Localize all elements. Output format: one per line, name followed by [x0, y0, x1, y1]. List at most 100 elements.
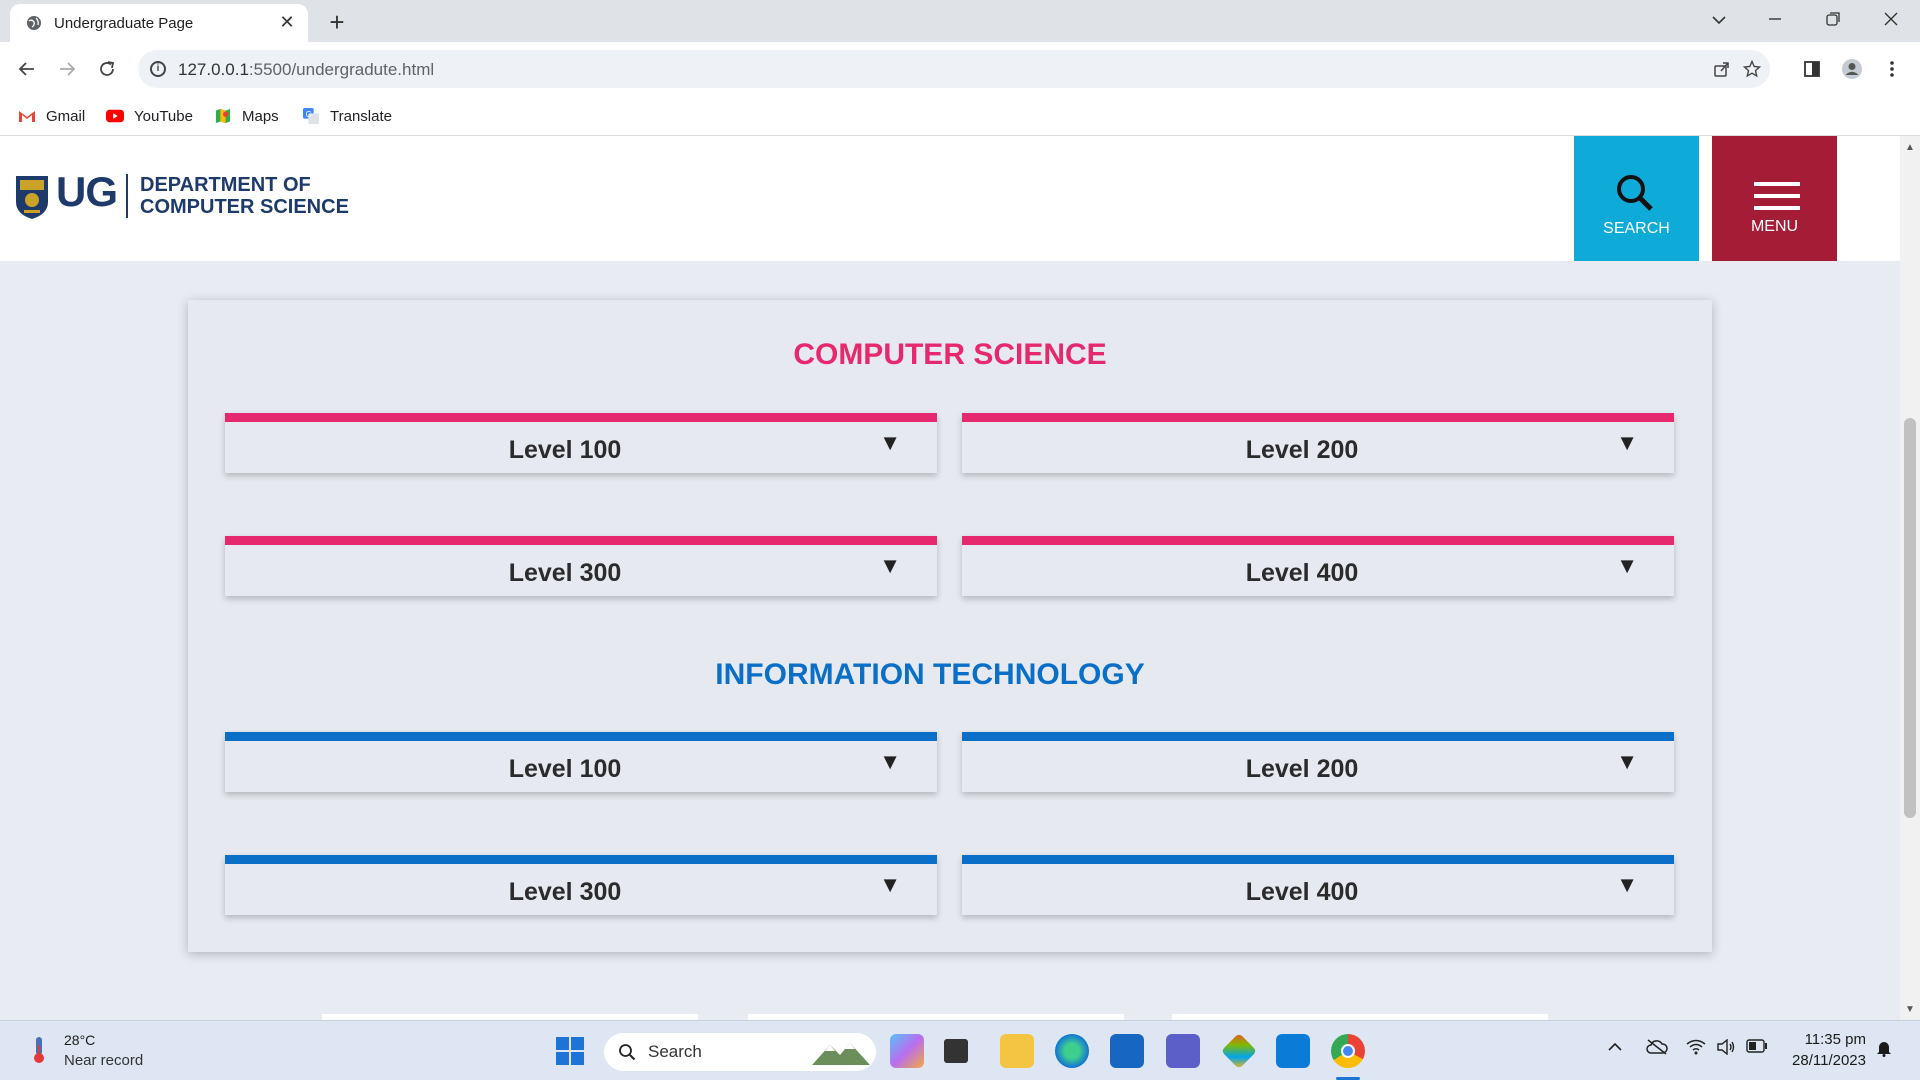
weather-note[interactable]: Near record	[64, 1052, 143, 1069]
scroll-up-icon[interactable]: ▲	[1904, 142, 1916, 153]
site-header: UG DEPARTMENT OF COMPUTER SCIENCE SEARCH…	[0, 136, 1900, 261]
dropdown-arrow-icon: ▼	[1616, 430, 1638, 455]
clock-date[interactable]: 28/11/2023	[1770, 1052, 1866, 1069]
dropdown-arrow-icon: ▼	[1616, 553, 1638, 578]
page-scrollbar[interactable]: ▲ ▼	[1900, 136, 1920, 1020]
browser-tab-active[interactable]: Undergraduate Page ✕	[10, 4, 308, 42]
bookmark-maps[interactable]: Maps	[214, 106, 279, 126]
it-level-300-dropdown[interactable]: Level 300 ▼	[225, 855, 937, 915]
bookmark-youtube[interactable]: YouTube	[106, 106, 193, 126]
dropdown-label: Level 200	[1245, 755, 1359, 783]
bookmarks-bar: Gmail YouTube Maps G Translate	[0, 96, 1920, 136]
taskbar-search-label: Search	[648, 1042, 702, 1061]
dropdown-arrow-icon: ▼	[879, 553, 901, 578]
weather-temperature[interactable]: 28°C	[64, 1032, 95, 1048]
address-url: 127.0.0.1:5500/undergradute.html	[178, 60, 435, 79]
cs-level-100-dropdown[interactable]: Level 100 ▼	[225, 413, 937, 473]
translate-icon: G	[303, 108, 319, 124]
new-tab-button[interactable]: +	[322, 7, 352, 37]
department-name: DEPARTMENT OF COMPUTER SCIENCE	[140, 174, 349, 218]
dropdown-label: Level 400	[1245, 559, 1359, 587]
tab-search-chevron-icon[interactable]	[1696, 0, 1742, 38]
dropdown-label: Level 300	[508, 878, 622, 906]
battery-icon[interactable]	[1746, 1039, 1768, 1058]
onedrive-offline-icon[interactable]	[1646, 1039, 1668, 1060]
dropdown-label: Level 100	[508, 436, 622, 464]
address-bar[interactable]: i 127.0.0.1:5500/undergradute.html	[138, 50, 1770, 88]
it-level-100-dropdown[interactable]: Level 100 ▼	[225, 732, 937, 792]
profile-avatar-icon[interactable]	[1838, 55, 1866, 83]
window-close-icon[interactable]	[1868, 0, 1914, 38]
file-explorer-dark-icon[interactable]	[944, 1039, 968, 1063]
dropdown-arrow-icon: ▼	[879, 749, 901, 774]
logo-abbreviation: UG	[56, 168, 118, 215]
share-icon[interactable]	[1708, 55, 1736, 83]
programs-card: COMPUTER SCIENCE Level 100 ▼ Level 200 ▼…	[188, 300, 1712, 952]
globe-icon	[27, 16, 41, 30]
ug-crest-icon	[16, 176, 48, 219]
taskbar-search-box[interactable]: Search	[604, 1033, 876, 1071]
folder-icon[interactable]	[1000, 1034, 1034, 1068]
site-info-icon[interactable]: i	[150, 61, 166, 77]
wifi-icon[interactable]	[1686, 1039, 1706, 1060]
back-arrow-icon[interactable]	[12, 54, 42, 84]
volume-icon[interactable]	[1716, 1038, 1736, 1060]
dropdown-label: Level 200	[1245, 436, 1359, 464]
it-level-200-dropdown[interactable]: Level 200 ▼	[962, 732, 1674, 792]
copilot-preview-icon[interactable]	[890, 1034, 924, 1068]
header-menu-button[interactable]: MENU	[1712, 136, 1837, 261]
chevron-up-icon[interactable]	[1608, 1039, 1622, 1057]
section-title-information-technology: INFORMATION TECHNOLOGY	[715, 658, 1145, 691]
notification-bell-icon[interactable]	[1876, 1039, 1892, 1062]
dropdown-label: Level 300	[508, 559, 622, 587]
dropdown-arrow-icon: ▼	[879, 872, 901, 897]
it-level-400-dropdown[interactable]: Level 400 ▼	[962, 855, 1674, 915]
vscode-icon[interactable]	[1276, 1034, 1310, 1068]
cs-level-400-dropdown[interactable]: Level 400 ▼	[962, 536, 1674, 596]
windows-start-icon[interactable]	[556, 1037, 584, 1065]
logo-divider	[126, 174, 128, 218]
chrome-icon[interactable]	[1331, 1034, 1365, 1068]
dropdown-arrow-icon: ▼	[879, 430, 901, 455]
bookmark-translate[interactable]: G Translate	[302, 106, 392, 126]
minimize-icon[interactable]	[1752, 0, 1798, 38]
app-diamond-icon[interactable]	[1220, 1032, 1258, 1070]
tab-close-icon[interactable]: ✕	[276, 11, 298, 33]
reload-icon[interactable]	[92, 54, 122, 84]
scrollbar-thumb[interactable]	[1904, 418, 1916, 818]
dropdown-arrow-icon: ▼	[1616, 872, 1638, 897]
teams-icon[interactable]	[1166, 1034, 1200, 1068]
dropdown-arrow-icon: ▼	[1616, 749, 1638, 774]
menu-button-label: MENU	[1750, 218, 1799, 235]
cs-level-300-dropdown[interactable]: Level 300 ▼	[225, 536, 937, 596]
maps-icon	[215, 108, 231, 124]
dropdown-label: Level 100	[508, 755, 622, 783]
hamburger-icon	[1754, 182, 1800, 210]
kebab-menu-icon[interactable]	[1878, 55, 1906, 83]
section-title-computer-science: COMPUTER SCIENCE	[793, 338, 1107, 371]
store-icon[interactable]	[1110, 1034, 1144, 1068]
search-icon	[1617, 175, 1653, 211]
page-viewport: UG DEPARTMENT OF COMPUTER SCIENCE SEARCH…	[0, 136, 1900, 1020]
edge-browser-icon[interactable]	[1055, 1034, 1089, 1068]
cs-level-200-dropdown[interactable]: Level 200 ▼	[962, 413, 1674, 473]
svg-text:G: G	[306, 110, 312, 119]
dropdown-label: Level 400	[1245, 878, 1359, 906]
search-highlight-mountains-icon	[812, 1043, 870, 1065]
thermometer-icon[interactable]	[28, 1035, 52, 1065]
browser-toolbar: i 127.0.0.1:5500/undergradute.html	[0, 42, 1920, 96]
browser-tab-strip: Undergraduate Page ✕ +	[0, 0, 1920, 42]
search-icon	[619, 1044, 636, 1061]
search-button-label: SEARCH	[1603, 220, 1670, 237]
clock-time[interactable]: 11:35 pm	[1790, 1031, 1866, 1048]
bookmark-star-icon[interactable]	[1738, 55, 1766, 83]
header-search-button[interactable]: SEARCH	[1574, 136, 1699, 261]
restore-icon[interactable]	[1810, 0, 1856, 38]
bookmark-gmail[interactable]: Gmail	[18, 106, 85, 126]
youtube-icon	[106, 109, 124, 123]
side-panel-icon[interactable]	[1798, 55, 1826, 83]
gmail-icon	[19, 111, 35, 122]
scroll-down-icon[interactable]: ▼	[1904, 1004, 1916, 1015]
tab-title: Undergraduate Page	[54, 15, 194, 32]
forward-arrow-icon[interactable]	[52, 54, 82, 84]
